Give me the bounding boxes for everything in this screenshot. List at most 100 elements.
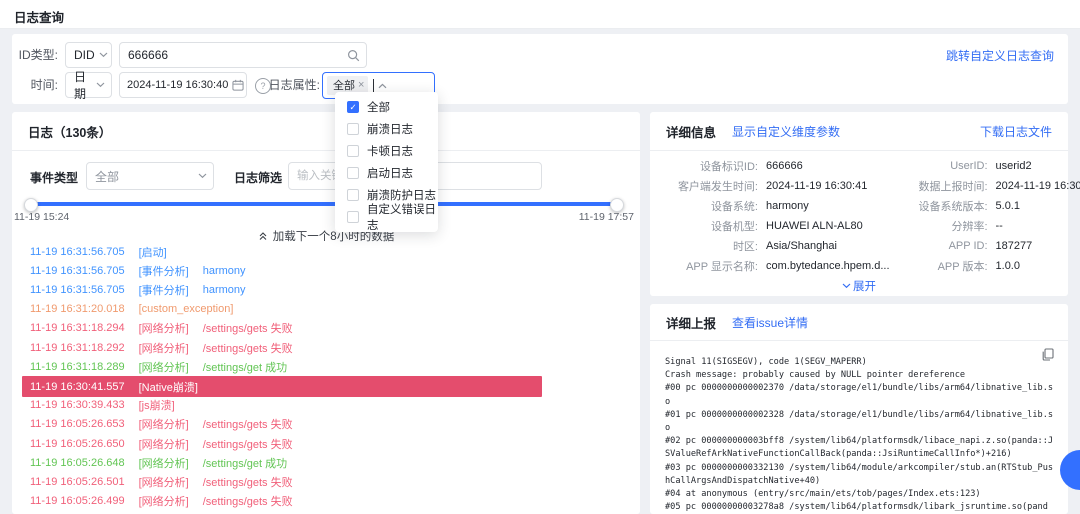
log-detail: /settings/gets 失败 [202, 342, 293, 355]
log-row[interactable]: 11-19 16:31:18.292 [网络分析] /settings/gets… [22, 338, 542, 357]
id-type-value: DID [74, 48, 95, 62]
log-time: 11-19 16:31:56.705 [30, 264, 125, 277]
field-label: APP ID: [948, 240, 988, 252]
log-panel: 日志（130条） 事件类型 全部 日志筛选 11-19 15:24 11-19 … [12, 112, 640, 514]
range-start-label: 11-19 15:24 [14, 211, 70, 223]
log-row[interactable]: 11-19 16:05:26.653 [网络分析] /settings/gets… [22, 415, 542, 434]
field-value: -- [995, 220, 1003, 232]
event-type-label: 事件类型 [30, 171, 79, 185]
id-type-select[interactable]: DID [65, 42, 112, 68]
title-bar: 日志查询 [0, 0, 1080, 29]
log-tag: [网络分析] [138, 457, 189, 470]
dropdown-option[interactable]: 全部 [335, 96, 438, 118]
checkbox[interactable] [347, 189, 359, 201]
expand-button[interactable]: 展开 [650, 278, 1068, 294]
range-end-label: 11-19 17:57 [578, 211, 634, 223]
report-panel-title: 详细上报 [666, 316, 717, 331]
slider-handle-left[interactable] [24, 198, 38, 212]
date-picker[interactable]: 2024-11-19 16:30:40 [119, 72, 247, 98]
time-mode-select[interactable]: 日期 [65, 70, 112, 101]
field-value: com.bytedance.hpem.d... [766, 260, 890, 272]
time-slider-track[interactable] [30, 202, 616, 206]
download-log-link[interactable]: 下载日志文件 [980, 123, 1052, 140]
log-time: 11-19 16:31:18.292 [30, 341, 125, 354]
log-time: 11-19 16:31:56.705 [30, 245, 125, 258]
time-label: 时间: [30, 78, 58, 92]
checkbox[interactable] [347, 145, 359, 157]
log-row[interactable]: 11-19 16:31:18.294 [网络分析] /settings/gets… [22, 319, 542, 338]
log-row[interactable]: 11-19 16:31:56.705 [启动] [22, 242, 542, 261]
log-row[interactable]: 11-19 16:31:56.705 [事件分析] harmony [22, 261, 542, 280]
log-time: 11-19 16:31:56.705 [30, 283, 125, 296]
id-search-input[interactable] [120, 48, 343, 62]
field-label: 分辨率: [951, 221, 988, 233]
log-row[interactable]: 11-19 16:05:26.650 [网络分析] /settings/gets… [22, 434, 542, 453]
log-detail: /settings/gets 失败 [202, 419, 293, 432]
field-value: 187277 [995, 240, 1033, 252]
checkbox[interactable] [347, 101, 359, 113]
log-detail: /settings/gets 失败 [202, 438, 293, 451]
log-time: 11-19 16:05:26.648 [30, 456, 125, 469]
id-search-box [119, 42, 367, 68]
log-panel-header: 日志（130条） [12, 112, 640, 151]
log-row[interactable]: 11-19 16:05:26.501 [网络分析] /settings/gets… [22, 472, 542, 491]
log-row[interactable]: 11-19 16:31:56.705 [事件分析] harmony [22, 280, 542, 299]
log-time: 11-19 16:30:41.557 [30, 380, 125, 393]
field-label: APP 版本: [937, 261, 988, 273]
chevron-down-icon [99, 52, 108, 58]
event-type-select[interactable]: 全部 [86, 162, 214, 190]
log-time: 11-19 16:05:26.499 [30, 495, 125, 508]
option-label: 崩溃日志 [367, 124, 413, 136]
log-row[interactable]: 11-19 16:05:26.499 [网络分析] /settings/gets… [22, 492, 542, 511]
option-label: 启动日志 [367, 168, 413, 180]
log-tag: [事件分析] [138, 284, 189, 297]
log-tag: [网络分析] [138, 438, 189, 451]
detail-panel-title: 详细信息 [666, 125, 717, 140]
field-label: 设备机型: [710, 221, 758, 233]
log-row[interactable]: 11-19 16:05:26.648 [网络分析] /settings/get … [22, 453, 542, 472]
detail-field: 设备标识ID: 666666 [660, 156, 890, 176]
log-row[interactable]: 11-19 16:31:20.018 [custom_exception] [22, 300, 542, 319]
log-detail: harmony [202, 283, 246, 296]
jump-custom-log-link[interactable]: 跳转自定义日志查询 [946, 47, 1054, 64]
checkbox[interactable] [347, 211, 359, 223]
slider-handle-right[interactable] [610, 198, 624, 212]
log-tag: [Native崩溃] [138, 381, 198, 394]
field-value: userid2 [995, 160, 1032, 172]
log-detail: /settings/get 成功 [202, 457, 288, 470]
dropdown-option[interactable]: 自定义错误日志 [335, 204, 438, 232]
field-value: 5.0.1 [995, 200, 1020, 212]
dropdown-option[interactable]: 卡顿日志 [335, 140, 438, 162]
field-label: 时区: [732, 241, 758, 253]
detail-field: UserID: userid2 [890, 156, 1080, 176]
field-label: 设备系统: [710, 201, 758, 213]
show-custom-params-link[interactable]: 显示自定义维度参数 [732, 123, 840, 140]
dropdown-option[interactable]: 启动日志 [335, 162, 438, 184]
calendar-icon [232, 79, 244, 91]
detail-field: 设备机型: HUAWEI ALN-AL80 [660, 216, 890, 236]
checkbox[interactable] [347, 123, 359, 135]
option-label: 自定义错误日志 [367, 204, 436, 232]
log-row[interactable]: 11-19 16:30:39.433 [js崩溃] [22, 396, 542, 415]
field-value: 2024-11-19 16:30:46 [995, 180, 1080, 192]
filter-card: ID类型: DID 跳转自定义日志查询 时间: 日期 2024-11-19 16… [12, 34, 1068, 104]
device-fields: 设备标识ID: 666666 UserID: userid2 客户端发生时间: … [660, 156, 1080, 276]
log-detail: /settings/gets 失败 [202, 323, 293, 336]
checkbox[interactable] [347, 167, 359, 179]
log-time: 11-19 16:31:20.018 [30, 303, 125, 316]
detail-field: 时区: Asia/Shanghai [660, 236, 890, 256]
log-time: 11-19 16:30:39.433 [30, 399, 125, 412]
detail-field: 数据上报时间: 2024-11-19 16:30:46 [890, 176, 1080, 196]
search-icon[interactable] [347, 49, 360, 62]
log-row[interactable]: 11-19 16:31:18.289 [网络分析] /settings/get … [22, 357, 542, 376]
log-row[interactable]: 11-19 16:30:41.557 [Native崩溃] [22, 376, 542, 398]
log-time: 11-19 16:31:18.289 [30, 360, 125, 373]
field-value: Asia/Shanghai [766, 240, 837, 252]
log-time: 11-19 16:05:26.501 [30, 475, 125, 488]
view-issue-link[interactable]: 查看issue详情 [732, 314, 808, 331]
log-detail: harmony [202, 264, 246, 277]
log-detail: /settings/gets 失败 [202, 496, 293, 509]
remove-tag-icon[interactable]: × [358, 80, 364, 91]
detail-panel-header: 详细信息 显示自定义维度参数 下载日志文件 [650, 112, 1068, 151]
dropdown-option[interactable]: 崩溃日志 [335, 118, 438, 140]
